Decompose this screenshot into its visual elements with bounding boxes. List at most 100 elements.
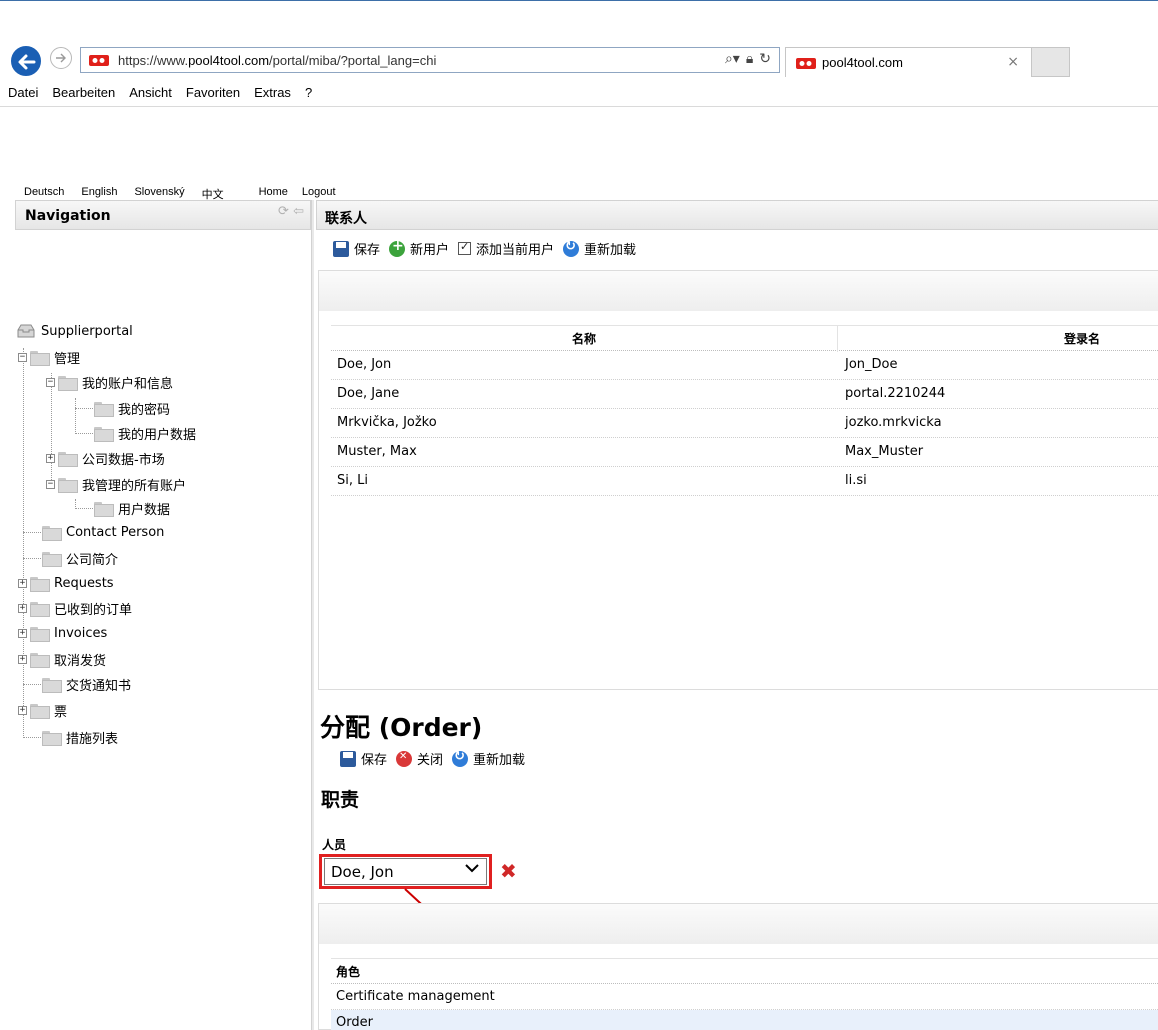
tree-label: 已收到的订单	[54, 602, 133, 618]
navigation-splitter[interactable]	[311, 200, 314, 1030]
tree-item-user-data[interactable]: 用户数据	[94, 498, 170, 518]
close-button[interactable]: 关闭	[396, 749, 443, 768]
expand-icon[interactable]: +	[18, 603, 27, 613]
tree-item-my-password[interactable]: 我的密码	[94, 398, 170, 418]
close-label: 关闭	[417, 753, 444, 768]
folder-icon	[42, 551, 62, 567]
reload-button[interactable]: 重新加载	[563, 239, 636, 258]
lock-icon[interactable]: 🔒︎	[746, 51, 753, 67]
refresh-icon[interactable]: ↻	[759, 51, 771, 67]
folder-icon	[42, 525, 62, 541]
tree-item-cancel-shipment[interactable]: + 取消发货	[18, 649, 106, 669]
tree-label: 公司简介	[66, 552, 119, 568]
tree-label: 取消发货	[54, 653, 107, 669]
close-tab-icon[interactable]: ×	[1007, 54, 1019, 70]
tree-label: 交货通知书	[66, 678, 132, 694]
table-row[interactable]: Si, Li li.si	[331, 467, 1158, 496]
forward-button[interactable]	[50, 47, 72, 69]
tree-item-my-account[interactable]: − 我的账户和信息	[46, 372, 173, 392]
table-row[interactable]: Mrkvička, Jožko jozko.mrkvicka	[331, 409, 1158, 438]
expand-icon[interactable]: +	[18, 578, 27, 588]
menu-bar: Datei Bearbeiten Ansicht Favoriten Extra…	[0, 84, 318, 104]
tree-item-invoices[interactable]: + Invoices	[18, 623, 107, 643]
address-bar[interactable]: https://www.pool4tool.com/portal/miba/?p…	[80, 47, 780, 73]
column-header-role[interactable]: 角色	[331, 958, 1158, 984]
chrome-separator	[0, 106, 1158, 107]
url-path: /portal/miba/?portal_lang=chi	[269, 53, 437, 68]
cell-login: li.si	[845, 473, 867, 488]
menu-help[interactable]: ?	[297, 84, 312, 104]
reload-icon	[452, 749, 469, 767]
tree-item-company-data[interactable]: + 公司数据-市场	[46, 448, 165, 468]
url-prefix: https://www.	[118, 53, 189, 68]
tree-item-received-orders[interactable]: + 已收到的订单	[18, 598, 132, 618]
save-button[interactable]: 保存	[340, 749, 387, 768]
tree-label: Supplierportal	[41, 323, 133, 339]
tree-item-my-user-data[interactable]: 我的用户数据	[94, 423, 196, 443]
table-row[interactable]: Doe, Jane portal.2210244	[331, 380, 1158, 409]
tab-favicon-icon	[796, 58, 816, 69]
remove-person-icon[interactable]: ✖	[500, 861, 517, 881]
collapse-arrow-icon[interactable]: ⇦	[293, 204, 304, 219]
collapse-icon[interactable]: −	[18, 352, 27, 362]
menu-bearbeiten[interactable]: Bearbeiten	[44, 84, 115, 104]
sync-icon[interactable]: ⟳	[278, 204, 289, 219]
menu-datei[interactable]: Datei	[0, 84, 38, 104]
person-label: 人员	[322, 838, 347, 852]
tab-title: pool4tool.com	[822, 55, 903, 70]
tree-item-delivery-notice[interactable]: 交货通知书	[42, 674, 131, 694]
duty-title: 职责	[321, 789, 360, 811]
list-item[interactable]: Order	[331, 1010, 1158, 1030]
tree-item-admin[interactable]: − 管理	[18, 347, 80, 367]
arrow-left-icon	[18, 54, 36, 70]
table-row[interactable]: Doe, Jon Jon_Doe	[331, 351, 1158, 380]
assignment-title: 分配 (Order)	[320, 713, 483, 742]
collapse-icon[interactable]: −	[46, 377, 55, 387]
folder-icon	[30, 576, 50, 592]
tree-item-requests[interactable]: + Requests	[18, 573, 114, 593]
add-icon	[389, 238, 406, 257]
grid-panel-header	[319, 904, 1158, 944]
folder-icon	[58, 375, 78, 391]
assignment-toolbar: 保存 关闭 重新加载	[340, 749, 534, 768]
tree-root-supplierportal[interactable]: Supplierportal	[16, 321, 133, 341]
menu-favoriten[interactable]: Favoriten	[178, 84, 240, 104]
expand-icon[interactable]: +	[46, 453, 55, 463]
table-row[interactable]: Muster, Max Max_Muster	[331, 438, 1158, 467]
add-current-user-label: 添加当前用户	[476, 243, 555, 258]
tree-item-measures-list[interactable]: 措施列表	[42, 727, 118, 747]
save-label: 保存	[354, 243, 381, 258]
menu-ansicht[interactable]: Ansicht	[121, 84, 172, 104]
expand-icon[interactable]: +	[18, 654, 27, 664]
column-header-name[interactable]: 名称	[331, 326, 838, 352]
tree-label: 我的密码	[118, 402, 171, 418]
tree-item-tickets[interactable]: + 票	[18, 700, 67, 720]
tree-label: 票	[54, 704, 68, 720]
address-url[interactable]: https://www.pool4tool.com/portal/miba/?p…	[118, 53, 436, 68]
tree-item-managed-accounts[interactable]: − 我管理的所有账户	[46, 474, 186, 494]
new-user-button[interactable]: 新用户	[389, 238, 449, 258]
url-domain: pool4tool.com	[188, 53, 270, 68]
back-button[interactable]	[11, 46, 41, 76]
save-button[interactable]: 保存	[333, 239, 380, 258]
cell-name: Si, Li	[337, 473, 368, 488]
search-icon[interactable]: ⌕▾	[725, 51, 740, 67]
menu-extras[interactable]: Extras	[246, 84, 291, 104]
collapse-icon[interactable]: −	[46, 479, 55, 489]
tree-item-contact-person[interactable]: Contact Person	[42, 522, 164, 542]
add-current-user-button[interactable]: 添加当前用户	[458, 239, 554, 258]
new-tab-button[interactable]	[1032, 47, 1070, 77]
expand-icon[interactable]: +	[18, 628, 27, 638]
list-item[interactable]: Certificate management	[331, 984, 1158, 1010]
browser-tab[interactable]: pool4tool.com ×	[785, 47, 1032, 77]
reload-button[interactable]: 重新加载	[452, 749, 525, 768]
reload-label: 重新加载	[473, 753, 526, 768]
save-label: 保存	[361, 753, 388, 768]
tree-item-company-profile[interactable]: 公司简介	[42, 548, 118, 568]
cell-name: Mrkvička, Jožko	[337, 415, 437, 430]
column-header-login[interactable]: 登录名	[838, 326, 1158, 352]
expand-icon[interactable]: +	[18, 705, 27, 715]
folder-icon	[94, 426, 114, 442]
tree-label: Requests	[54, 575, 114, 591]
save-icon	[340, 750, 356, 767]
